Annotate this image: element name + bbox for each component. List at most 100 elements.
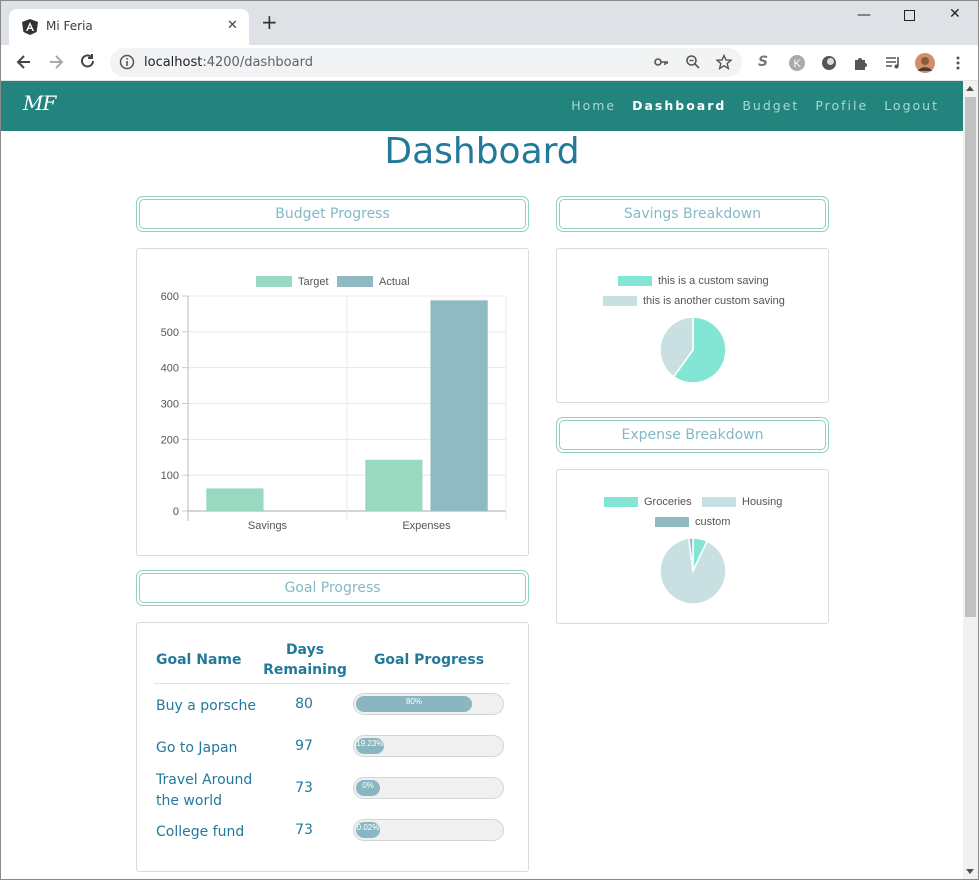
goal-name: Travel Around the world — [156, 772, 253, 809]
goal-progress-label: 0% — [362, 781, 374, 790]
budget-progress-title: Budget Progress — [139, 199, 526, 229]
svg-text:K: K — [794, 58, 802, 70]
angular-icon — [22, 19, 38, 35]
bar-actual-expenses — [430, 300, 488, 511]
goal-progress-fill: 0% — [356, 780, 380, 796]
nav-link-logout[interactable]: Logout — [884, 98, 939, 113]
nav-link-dashboard[interactable]: Dashboard — [632, 98, 726, 113]
browser-toolbar: localhost:4200/dashboard S K — [1, 45, 978, 81]
legend-custom-saving[interactable]: this is a custom saving — [618, 275, 769, 287]
legend-label-housing: Housing — [742, 496, 783, 508]
legend-swatch-actual — [337, 276, 373, 287]
app-navbar: MF Home Dashboard Budget Profile Logout — [1, 81, 963, 131]
legend-swatch-custom-saving — [618, 276, 652, 287]
bar-target-expenses — [365, 459, 423, 511]
goal-progress-bar: 0.02% — [353, 819, 504, 841]
goal-days: 73 — [295, 780, 313, 796]
scroll-up-icon[interactable] — [966, 86, 974, 91]
goal-progress-label: 0.02% — [356, 823, 380, 832]
legend-label-groceries: Groceries — [644, 496, 692, 508]
nav-link-budget[interactable]: Budget — [742, 98, 799, 113]
url-text: localhost:4200/dashboard — [144, 55, 313, 70]
goal-days: 73 — [295, 822, 313, 838]
close-tab-icon[interactable]: ✕ — [227, 18, 238, 33]
extensions-puzzle-icon[interactable] — [852, 54, 870, 72]
forward-icon[interactable] — [46, 52, 66, 72]
savings-pie-chart — [659, 316, 727, 384]
y-tick-label: 0 — [173, 506, 179, 518]
media-queue-icon[interactable] — [884, 54, 902, 72]
goal-progress-label: 80% — [405, 697, 422, 706]
maximize-icon[interactable] — [904, 10, 915, 21]
expense-pie-chart — [659, 537, 727, 605]
circle-extension-icon[interactable] — [820, 54, 838, 72]
page-scrollbar[interactable] — [963, 81, 978, 879]
menu-kebab-icon[interactable] — [949, 54, 967, 72]
legend-swatch-groceries — [604, 497, 638, 508]
back-icon[interactable] — [14, 52, 34, 72]
goal-progress-fill: 0.02% — [356, 822, 380, 838]
browser-window: Mi Feria ✕ + — ✕ localhost:4200/dashboar… — [0, 0, 979, 880]
x-tick-label: Savings — [248, 520, 288, 532]
scroll-down-icon[interactable] — [966, 869, 974, 874]
expense-breakdown-title: Expense Breakdown — [559, 420, 826, 450]
tab-title: Mi Feria — [46, 19, 93, 33]
legend-another-saving[interactable]: this is another custom saving — [603, 295, 785, 307]
bar-target-savings — [206, 488, 264, 511]
zoom-out-icon[interactable] — [685, 54, 701, 70]
browser-tab[interactable]: Mi Feria ✕ — [9, 9, 249, 45]
legend-custom[interactable]: custom — [655, 516, 730, 528]
header-goal-name: Goal Name — [156, 652, 242, 668]
scroll-thumb[interactable] — [965, 97, 976, 617]
goal-days: 80 — [295, 696, 313, 712]
page-title: Dashboard — [384, 131, 580, 172]
bookmark-star-icon[interactable] — [716, 54, 732, 70]
brand-logo[interactable]: MF — [23, 91, 56, 115]
goal-progress-bar: 19.23% — [353, 735, 504, 757]
url-host: localhost — [144, 55, 203, 70]
s-extension-icon[interactable]: S — [758, 54, 776, 72]
legend-label-another-saving: this is another custom saving — [643, 295, 785, 307]
address-bar[interactable]: localhost:4200/dashboard — [110, 48, 742, 77]
legend-swatch-target — [256, 276, 292, 287]
goal-progress-label: 19.23% — [356, 739, 384, 748]
y-tick-label: 600 — [161, 291, 179, 303]
nav-link-profile[interactable]: Profile — [815, 98, 868, 113]
goal-progress-fill: 80% — [356, 696, 472, 712]
expense-chart-card: Groceries Housing custom — [556, 469, 829, 624]
info-icon[interactable] — [119, 54, 135, 70]
key-icon[interactable] — [653, 54, 669, 70]
legend-groceries[interactable]: Groceries — [604, 496, 692, 508]
savings-breakdown-header: Savings Breakdown — [556, 196, 829, 232]
minimize-icon[interactable]: — — [857, 7, 871, 23]
goal-progress-fill: 19.23% — [356, 738, 384, 754]
legend-label-custom-saving: this is a custom saving — [658, 275, 769, 287]
goal-name: Go to Japan — [156, 740, 238, 756]
budget-chart-card: Target Actual 0 100 200 300 400 500 600 Savings Ex… — [136, 248, 529, 556]
legend-housing[interactable]: Housing — [702, 496, 782, 508]
close-window-icon[interactable]: ✕ — [949, 6, 961, 22]
x-tick-label: Expenses — [402, 520, 451, 532]
goal-progress-bar: 80% — [353, 693, 504, 715]
budget-progress-header: Budget Progress — [136, 196, 529, 232]
savings-chart-card: this is a custom saving this is another … — [556, 248, 829, 403]
legend-swatch-another-saving — [603, 296, 637, 307]
legend-label-actual: Actual — [379, 276, 410, 288]
reload-icon[interactable] — [78, 52, 98, 72]
profile-avatar[interactable] — [915, 53, 935, 73]
k-extension-icon[interactable]: K — [788, 54, 806, 72]
goal-name: College fund — [156, 824, 245, 840]
y-tick-label: 300 — [161, 399, 179, 411]
legend-label-custom: custom — [695, 516, 731, 528]
expense-breakdown-header: Expense Breakdown — [556, 417, 829, 453]
savings-breakdown-title: Savings Breakdown — [559, 199, 826, 229]
table-divider — [154, 683, 510, 684]
new-tab-icon[interactable]: + — [261, 12, 278, 32]
page-viewport: MF Home Dashboard Budget Profile Logout … — [1, 81, 963, 879]
goal-progress-bar: 0% — [353, 777, 504, 799]
legend-label-target: Target — [298, 276, 329, 288]
header-days-remaining: Days Remaining — [263, 642, 347, 678]
nav-link-home[interactable]: Home — [571, 98, 616, 113]
y-tick-label: 400 — [161, 363, 179, 375]
url-path: :4200/dashboard — [202, 55, 313, 70]
